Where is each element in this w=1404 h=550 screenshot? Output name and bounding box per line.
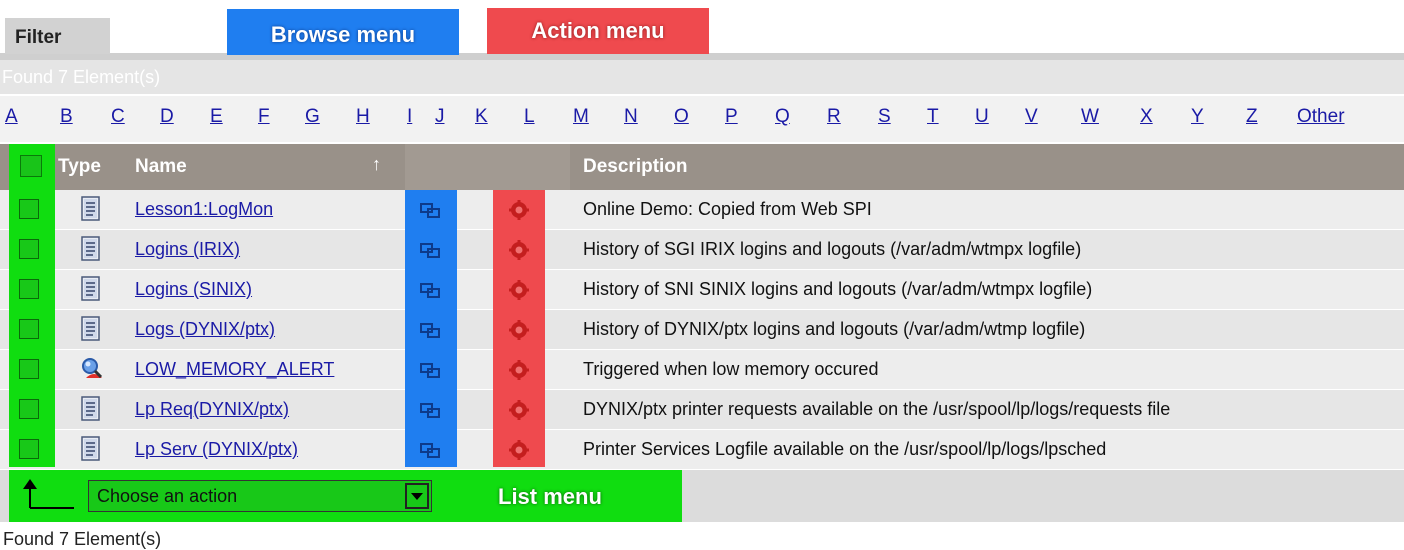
found-count-top: Found 7 Element(s) (0, 60, 1404, 94)
row-name-link[interactable]: LOW_MEMORY_ALERT (135, 359, 334, 380)
row-description: Online Demo: Copied from Web SPI (583, 199, 872, 219)
row-description: DYNIX/ptx printer requests available on … (583, 399, 1171, 419)
alphabet-filter-bar: A B C D E F G H I J K L M N O P Q R S T U V W X Y Z Other (0, 96, 1404, 142)
found-count-bottom: Found 7 Element(s) (3, 529, 162, 549)
choose-action-value: Choose an action (97, 486, 238, 506)
alpha-link-o[interactable]: O (674, 106, 689, 128)
action-gear-icon[interactable] (508, 239, 530, 261)
alpha-link-g[interactable]: G (305, 106, 320, 128)
row-name-link[interactable]: Lesson1:LogMon (135, 199, 273, 220)
browse-windows-icon[interactable] (419, 362, 443, 380)
browse-windows-icon[interactable] (419, 442, 443, 460)
alpha-link-s[interactable]: S (878, 106, 891, 128)
browse-windows-icon[interactable] (419, 202, 443, 220)
row-name-link[interactable]: Lp Req(DYNIX/ptx) (135, 399, 289, 420)
alpha-link-f[interactable]: F (258, 106, 270, 128)
sort-ascending-icon[interactable]: ↑ (372, 154, 381, 175)
row-checkbox[interactable] (19, 319, 39, 339)
select-all-checkbox[interactable] (20, 155, 42, 177)
action-gear-icon[interactable] (508, 319, 530, 341)
alert-monitor-icon (80, 356, 103, 382)
alpha-link-y[interactable]: Y (1191, 106, 1204, 128)
alpha-link-k[interactable]: K (475, 106, 488, 128)
table-row: Lesson1:LogMon Online Demo: Copied from W… (0, 190, 1404, 230)
document-icon (80, 276, 102, 302)
alpha-link-w[interactable]: W (1081, 106, 1099, 128)
alpha-link-x[interactable]: X (1140, 106, 1153, 128)
header-actions-column (405, 144, 570, 190)
row-description: History of SGI IRIX logins and logouts (… (583, 239, 1082, 259)
alpha-link-c[interactable]: C (111, 106, 125, 128)
alpha-link-t[interactable]: T (927, 106, 939, 128)
alpha-link-q[interactable]: Q (775, 106, 790, 128)
action-gear-icon[interactable] (508, 399, 530, 421)
alpha-link-other[interactable]: Other (1297, 106, 1345, 128)
alpha-link-a[interactable]: A (5, 106, 18, 128)
row-description: History of SNI SINIX logins and logouts … (583, 279, 1093, 299)
action-gear-icon[interactable] (508, 439, 530, 461)
row-checkbox[interactable] (19, 439, 39, 459)
browse-windows-icon[interactable] (419, 242, 443, 260)
alpha-link-d[interactable]: D (160, 106, 174, 128)
browse-menu-callout: Browse menu (227, 9, 459, 55)
alpha-link-n[interactable]: N (624, 106, 638, 128)
row-description: History of DYNIX/ptx logins and logouts … (583, 319, 1086, 339)
action-gear-icon[interactable] (508, 359, 530, 381)
alpha-link-r[interactable]: R (827, 106, 841, 128)
document-icon (80, 436, 102, 462)
list-menu-label: List menu (498, 484, 602, 509)
alpha-link-l[interactable]: L (524, 106, 535, 128)
alpha-link-z[interactable]: Z (1246, 106, 1258, 128)
alpha-link-m[interactable]: M (573, 106, 589, 128)
tab-bar-divider (0, 53, 1404, 60)
chevron-down-icon (411, 493, 423, 500)
table-row: Logins (SINIX) History of SNI SINIX login… (0, 270, 1404, 310)
select-up-arrow-icon (23, 479, 74, 509)
row-name-link[interactable]: Lp Serv (DYNIX/ptx) (135, 439, 298, 460)
table-row: Lp Serv (DYNIX/ptx) Printer Services Logf… (0, 430, 1404, 470)
row-description: Printer Services Logfile available on th… (583, 439, 1107, 459)
browse-windows-icon[interactable] (419, 402, 443, 420)
column-header-description[interactable]: Description (583, 156, 688, 178)
row-name-link[interactable]: Logs (DYNIX/ptx) (135, 319, 275, 340)
row-checkbox[interactable] (19, 279, 39, 299)
row-checkbox[interactable] (19, 359, 39, 379)
column-header-type[interactable]: Type (58, 156, 101, 178)
row-checkbox[interactable] (19, 239, 39, 259)
row-checkbox[interactable] (19, 199, 39, 219)
alpha-link-h[interactable]: H (356, 106, 370, 128)
table-row: Logins (IRIX) History of SGI IRIX logins … (0, 230, 1404, 270)
tab-filter[interactable]: Filter (5, 18, 110, 54)
document-icon (80, 236, 102, 262)
table-header: Type Name ↑ Description (0, 144, 1404, 190)
alpha-link-p[interactable]: P (725, 106, 738, 128)
alpha-link-b[interactable]: B (60, 106, 73, 128)
alpha-link-u[interactable]: U (975, 106, 989, 128)
alpha-link-v[interactable]: V (1025, 106, 1038, 128)
table-row: Logs (DYNIX/ptx) History of DYNIX/ptx log… (0, 310, 1404, 350)
row-description: Triggered when low memory occured (583, 359, 879, 379)
alpha-link-j[interactable]: J (435, 106, 445, 128)
table-row: Lp Req(DYNIX/ptx) DYNIX/ptx printer reque… (0, 390, 1404, 430)
document-icon (80, 316, 102, 342)
alpha-link-e[interactable]: E (210, 106, 223, 128)
table-row: LOW_MEMORY_ALERT Triggered when low memor… (0, 350, 1404, 390)
action-gear-icon[interactable] (508, 279, 530, 301)
row-name-link[interactable]: Logins (SINIX) (135, 279, 252, 300)
row-checkbox[interactable] (19, 399, 39, 419)
document-icon (80, 396, 102, 422)
action-gear-icon[interactable] (508, 199, 530, 221)
action-menu-callout: Action menu (487, 8, 709, 54)
choose-action-select[interactable]: Choose an action (88, 480, 432, 512)
alpha-link-i[interactable]: I (407, 106, 412, 128)
dropdown-arrow-button[interactable] (405, 483, 429, 509)
column-header-name[interactable]: Name (135, 156, 187, 178)
browse-windows-icon[interactable] (419, 282, 443, 300)
row-name-link[interactable]: Logins (IRIX) (135, 239, 240, 260)
browse-windows-icon[interactable] (419, 322, 443, 340)
document-icon (80, 196, 102, 222)
